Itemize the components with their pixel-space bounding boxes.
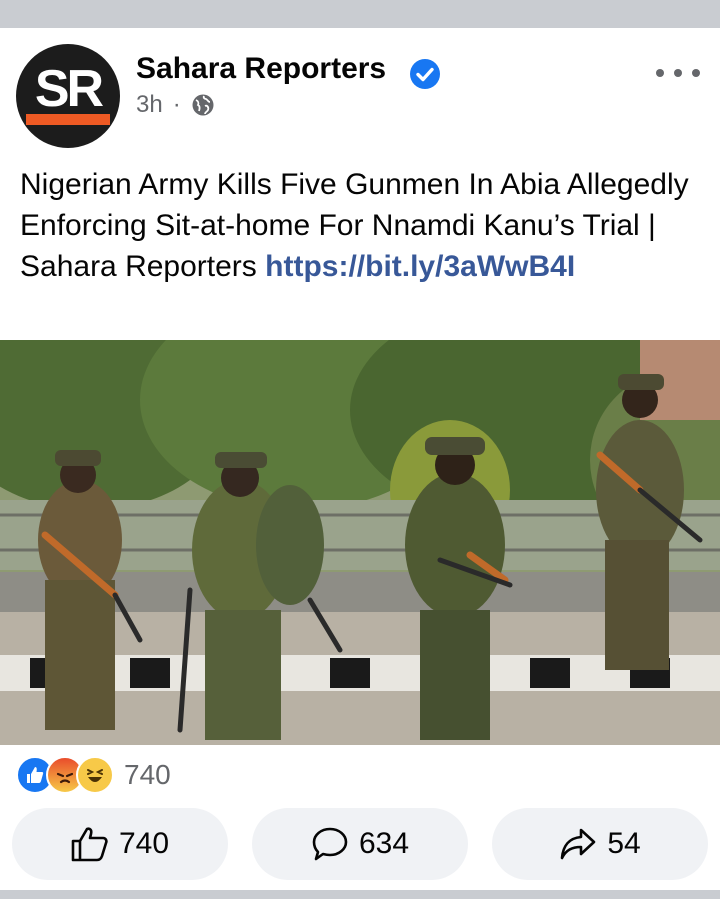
share-count: 54 [607,827,641,860]
post-time[interactable]: 3h [136,91,163,119]
comment-count: 634 [358,827,410,860]
haha-icon [76,756,114,794]
reaction-summary[interactable]: 740 [16,756,171,794]
verified-icon [410,59,440,89]
avatar[interactable]: SR [16,44,120,148]
reaction-count: 740 [124,759,171,790]
thumbs-up-icon [71,827,108,862]
share-icon [561,828,596,860]
action-bar: 740 634 54 [12,808,708,880]
comment-icon [312,827,348,861]
more-dot [692,69,700,77]
meta-separator: · [172,91,181,118]
more-dot [656,69,664,77]
more-options-button[interactable] [656,58,700,88]
avatar-logo-stripe [26,114,110,125]
page-name[interactable]: Sahara Reporters [136,52,386,86]
globe-icon [192,94,214,116]
like-count: 740 [118,827,170,860]
avatar-logo-text: SR [34,60,104,118]
post-link[interactable]: https://bit.ly/3aWwB4I [265,250,575,283]
post-photo[interactable] [0,340,720,745]
post-card: SR Sahara Reporters 3h · Nigerian Army K… [0,28,720,890]
share-button[interactable]: 54 [492,808,708,880]
more-dot [674,69,682,77]
post-meta: 3h · [136,90,215,120]
like-button[interactable]: 740 [12,808,228,880]
photo-illustration [0,340,720,745]
post-text: Nigerian Army Kills Five Gunmen In Abia … [20,164,700,287]
comment-button[interactable]: 634 [252,808,468,880]
